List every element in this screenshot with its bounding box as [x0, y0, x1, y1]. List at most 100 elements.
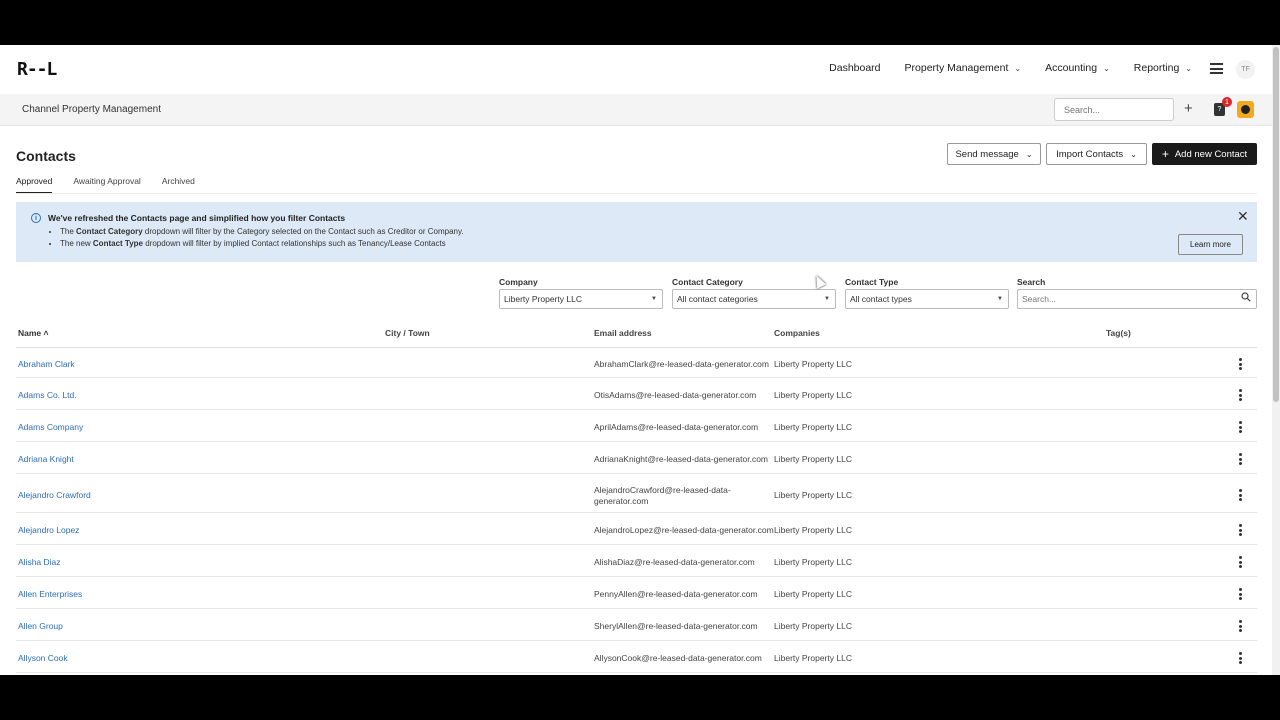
- contact-name-link[interactable]: Adriana Knight: [18, 454, 74, 464]
- column-header-name[interactable]: Name ˄: [18, 328, 48, 338]
- row-actions-menu-icon[interactable]: [1234, 523, 1246, 537]
- type-filter-label: Contact Type: [845, 277, 899, 287]
- banner-text-bold: Contact Category: [76, 227, 143, 236]
- send-message-button[interactable]: Send message ⌄: [947, 143, 1041, 165]
- app-viewport: R-‑L Dashboard Property Management ⌄ Acc…: [0, 45, 1280, 675]
- table-row[interactable]: Adams Co. Ltd. OtisAdams@re-leased-data-g…: [16, 378, 1257, 410]
- import-contacts-button[interactable]: Import Contacts ⌄: [1046, 143, 1147, 165]
- contact-email: AlejandroCrawford@re-leased-data-generat…: [594, 485, 731, 506]
- scrollbar-thumb[interactable]: [1273, 47, 1279, 402]
- row-actions-menu-icon[interactable]: [1234, 452, 1246, 466]
- row-actions-menu-icon[interactable]: [1234, 388, 1246, 402]
- caret-down-icon: ▼: [997, 296, 1003, 302]
- add-new-contact-button[interactable]: + Add new Contact: [1152, 143, 1257, 165]
- type-filter-select[interactable]: All contact types ▼: [845, 289, 1009, 309]
- row-actions-menu-icon[interactable]: [1234, 357, 1246, 371]
- banner-title: We've refreshed the Contacts page and si…: [48, 213, 346, 223]
- global-search-input[interactable]: [1054, 98, 1174, 121]
- chevron-down-icon: ⌄: [1014, 63, 1022, 73]
- table-row[interactable]: Adams Company AprilAdams@re-leased-data-g…: [16, 410, 1257, 442]
- type-filter-value: All contact types: [850, 294, 912, 304]
- table-row[interactable]: Abraham Clark AbrahamClark@re-leased-data…: [16, 347, 1257, 378]
- caret-down-icon: ▼: [824, 296, 830, 302]
- contact-company: Liberty Property LLC: [774, 359, 852, 369]
- company-filter-select[interactable]: Liberty Property LLC ▼: [499, 289, 663, 309]
- nav-dashboard[interactable]: Dashboard: [829, 62, 880, 74]
- banner-text: dropdown will filter by implied Contact …: [142, 239, 446, 248]
- nav-accounting-label: Accounting: [1045, 62, 1098, 74]
- banner-text: The: [60, 227, 77, 236]
- user-avatar[interactable]: [1237, 101, 1254, 118]
- chevron-down-icon: ⌄: [1103, 63, 1110, 73]
- table-row[interactable]: Allyson Cook AllysonCook@re-leased-data-g…: [16, 641, 1257, 673]
- row-actions-menu-icon[interactable]: [1234, 587, 1246, 601]
- user-initials-avatar[interactable]: TF: [1236, 60, 1255, 79]
- search-filter-label: Search: [1017, 277, 1046, 287]
- contact-name-link[interactable]: Adams Co. Ltd.: [18, 390, 77, 400]
- contact-company: Liberty Property LLC: [774, 390, 852, 400]
- vertical-scrollbar[interactable]: [1272, 45, 1280, 675]
- tab-awaiting-approval[interactable]: Awaiting Approval: [73, 176, 140, 194]
- main-menu: Dashboard Property Management ⌄ Accounti…: [805, 62, 1192, 74]
- row-actions-menu-icon[interactable]: [1234, 651, 1246, 665]
- contact-email: AdrianaKnight@re-leased-data-generator.c…: [594, 454, 769, 464]
- column-header-name-label: Name: [18, 328, 42, 338]
- row-actions-menu-icon[interactable]: [1234, 555, 1246, 569]
- nav-accounting[interactable]: Accounting ⌄: [1045, 62, 1110, 74]
- nav-property-management[interactable]: Property Management ⌄: [905, 62, 1022, 74]
- table-row[interactable]: Alisha Diaz AlishaDiaz@re-leased-data-gen…: [16, 545, 1257, 577]
- contact-company: Liberty Property LLC: [774, 422, 852, 432]
- contact-name-link[interactable]: Alisha Diaz: [18, 557, 61, 567]
- contact-name-link[interactable]: Alejandro Lopez: [18, 525, 79, 535]
- contact-name-link[interactable]: Alejandro Crawford: [18, 490, 91, 500]
- page-title: Contacts: [16, 148, 76, 164]
- row-actions-menu-icon[interactable]: [1234, 420, 1246, 434]
- tab-archived[interactable]: Archived: [162, 176, 195, 194]
- nav-property-management-label: Property Management: [904, 62, 1009, 74]
- contact-email: AlejandroLopez@re-leased-data-generator.…: [594, 525, 774, 535]
- chevron-down-icon: ⌄: [1185, 63, 1192, 73]
- contact-email: AlishaDiaz@re-leased-data-generator.com: [594, 557, 755, 567]
- category-filter-value: All contact categories: [677, 294, 758, 304]
- add-new-contact-label: Add new Contact: [1174, 148, 1248, 160]
- table-row[interactable]: Alejandro Lopez AlejandroLopez@re-leased-…: [16, 513, 1257, 545]
- contact-name-link[interactable]: Allen Group: [18, 621, 63, 631]
- contact-email: AllysonCook@re-leased-data-generator.com: [594, 653, 762, 663]
- contacts-table-body: Abraham Clark AbrahamClark@re-leased-data…: [16, 347, 1257, 673]
- organisation-name: Channel Property Management: [22, 104, 161, 115]
- contact-company: Liberty Property LLC: [774, 490, 852, 500]
- hamburger-menu-icon[interactable]: [1210, 63, 1223, 74]
- tab-approved[interactable]: Approved: [16, 176, 53, 194]
- mouse-cursor-icon: [811, 273, 827, 289]
- table-row[interactable]: Allen Enterprises PennyAllen@re-leased-da…: [16, 577, 1257, 609]
- category-filter-label: Contact Category: [672, 277, 743, 287]
- row-actions-menu-icon[interactable]: [1234, 619, 1246, 633]
- table-row[interactable]: Allen Group SherylAllen@re-leased-data-ge…: [16, 609, 1257, 641]
- app-logo[interactable]: R-‑L: [17, 59, 57, 80]
- contact-name-link[interactable]: Abraham Clark: [18, 359, 75, 369]
- caret-down-icon: ▼: [651, 296, 657, 302]
- nav-reporting[interactable]: Reporting ⌄: [1134, 62, 1192, 74]
- contact-email: AprilAdams@re-leased-data-generator.com: [594, 422, 759, 432]
- contact-email: OtisAdams@re-leased-data-generator.com: [594, 390, 757, 400]
- search-icon[interactable]: [1241, 292, 1251, 302]
- table-row[interactable]: Alejandro Crawford AlejandroCrawford@re-l…: [16, 474, 1257, 513]
- contact-company: Liberty Property LLC: [774, 557, 852, 567]
- sub-header-bar: Channel Property Management + ? 1: [0, 94, 1272, 126]
- banner-list: The Contact Category dropdown will filte…: [60, 227, 464, 251]
- contact-name-link[interactable]: Allyson Cook: [18, 653, 68, 663]
- contacts-search-input[interactable]: [1017, 289, 1257, 309]
- learn-more-button[interactable]: Learn more: [1178, 234, 1243, 255]
- company-filter-value: Liberty Property LLC: [504, 294, 582, 304]
- contact-name-link[interactable]: Adams Company: [18, 422, 83, 432]
- plus-icon[interactable]: +: [1184, 100, 1193, 117]
- notification-badge: 1: [1222, 97, 1232, 107]
- contact-name-link[interactable]: Allen Enterprises: [18, 589, 82, 599]
- row-actions-menu-icon[interactable]: [1234, 488, 1246, 502]
- close-icon[interactable]: ✕: [1237, 208, 1249, 225]
- category-filter-select[interactable]: All contact categories ▼: [672, 289, 836, 309]
- nav-reporting-label: Reporting: [1133, 62, 1180, 74]
- chevron-down-icon: ⌄: [1025, 149, 1033, 159]
- table-row[interactable]: Adriana Knight AdrianaKnight@re-leased-da…: [16, 442, 1257, 474]
- column-header-email: Email address: [594, 328, 652, 338]
